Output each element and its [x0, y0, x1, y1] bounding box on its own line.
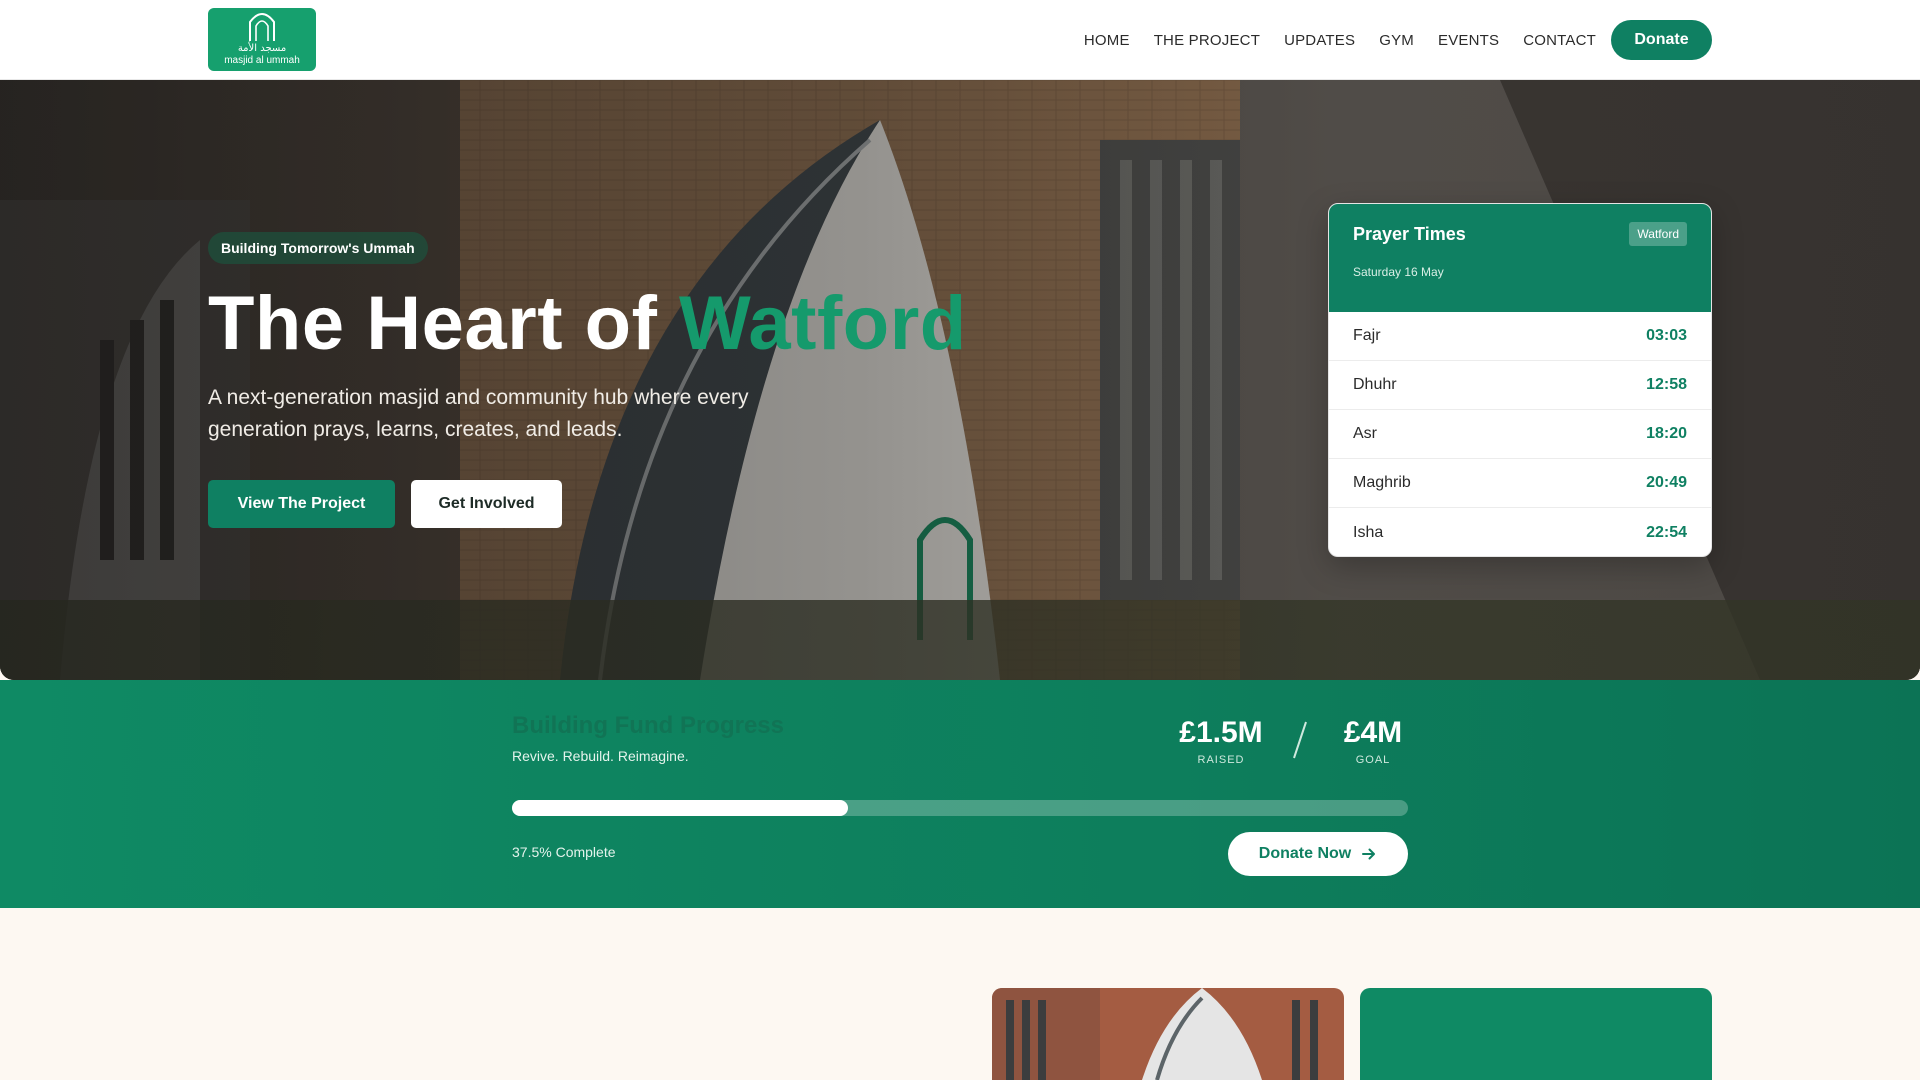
prayer-name: Asr — [1353, 425, 1377, 442]
nav-link-contact[interactable]: CONTACT — [1523, 32, 1596, 49]
raised-value: £1.5M — [1179, 716, 1263, 749]
fund-tagline: Revive. Rebuild. Reimagine. — [512, 748, 689, 764]
prayer-name: Maghrib — [1353, 474, 1411, 491]
mosque-arch-icon — [249, 13, 275, 41]
prayer-time: 03:03 — [1646, 327, 1687, 344]
goal-value: £4M — [1343, 716, 1403, 749]
nav-link-updates[interactable]: UPDATES — [1284, 32, 1355, 49]
get-involved-button[interactable]: Get Involved — [411, 480, 562, 528]
arrow-right-icon — [1362, 848, 1376, 860]
logo-arabic-text: مسجد الأمة — [237, 43, 287, 54]
hero-title-main: The Heart of — [208, 281, 679, 366]
nav-link-events[interactable]: EVENTS — [1438, 32, 1499, 49]
donate-now-button[interactable]: Donate Now — [1228, 832, 1408, 876]
prayer-name: Dhuhr — [1353, 376, 1397, 393]
prayer-time: 18:20 — [1646, 425, 1687, 442]
prayer-row-isha: Isha 22:54 — [1329, 508, 1711, 556]
prayer-time: 20:49 — [1646, 474, 1687, 491]
nav-link-the-project[interactable]: THE PROJECT — [1154, 32, 1260, 49]
project-preview-image — [992, 988, 1344, 1080]
prayer-time: 12:58 — [1646, 376, 1687, 393]
prayer-time: 22:54 — [1646, 523, 1687, 541]
progress-bar-fill — [512, 800, 848, 816]
nav-links: HOME THE PROJECT UPDATES GYM EVENTS CONT… — [1084, 0, 1596, 80]
prayer-times-location-badge: Watford — [1629, 222, 1687, 246]
prayer-row-asr: Asr 18:20 — [1329, 410, 1711, 459]
prayer-times-date: Saturday 16 May — [1353, 265, 1444, 279]
fund-progress-section: Building Fund Progress Revive. Rebuild. … — [0, 680, 1920, 908]
view-project-button[interactable]: View The Project — [208, 480, 395, 528]
donate-now-label: Donate Now — [1258, 845, 1352, 862]
prayer-times-title: Prayer Times — [1353, 224, 1466, 244]
progress-percent-text: 37.5% Complete — [512, 844, 616, 860]
prayer-row-dhuhr: Dhuhr 12:58 — [1329, 361, 1711, 410]
hero-title: The Heart of Watford — [208, 280, 967, 367]
hero-title-accent: Watford — [679, 281, 967, 366]
raised-amount: £1.5M RAISED — [1173, 716, 1269, 766]
divider-slash — [1293, 721, 1307, 759]
goal-label: GOAL — [1355, 754, 1391, 766]
raised-label: RAISED — [1197, 754, 1245, 766]
progress-bar — [512, 800, 1408, 816]
featured-green-card — [1360, 988, 1712, 1080]
nav-donate-button[interactable]: Donate — [1611, 20, 1712, 60]
prayer-row-fajr: Fajr 03:03 — [1329, 312, 1711, 361]
nav-link-gym[interactable]: GYM — [1379, 32, 1414, 49]
logo-text: masjid al ummah — [224, 55, 300, 66]
prayer-name: Isha — [1353, 523, 1384, 541]
prayer-times-header: Prayer Times Watford Saturday 16 May — [1329, 204, 1711, 312]
prayer-times-card: Prayer Times Watford Saturday 16 May Faj… — [1328, 203, 1712, 557]
fund-title: Building Fund Progress — [512, 712, 785, 739]
nav-link-home[interactable]: HOME — [1084, 32, 1130, 49]
building-image — [992, 988, 1344, 1080]
hero-subtitle: A next-generation masjid and community h… — [208, 386, 749, 441]
prayer-name: Fajr — [1353, 327, 1381, 344]
hero-badge: Building Tomorrow's Ummah — [208, 232, 428, 264]
hero-section: Building Tomorrow's Ummah The Heart of W… — [0, 80, 1920, 680]
prayer-row-maghrib: Maghrib 20:49 — [1329, 459, 1711, 508]
top-navbar: مسجد الأمة masjid al ummah HOME THE PROJ… — [0, 0, 1920, 80]
goal-amount: £4M GOAL — [1330, 716, 1416, 766]
site-logo[interactable]: مسجد الأمة masjid al ummah — [208, 8, 316, 71]
